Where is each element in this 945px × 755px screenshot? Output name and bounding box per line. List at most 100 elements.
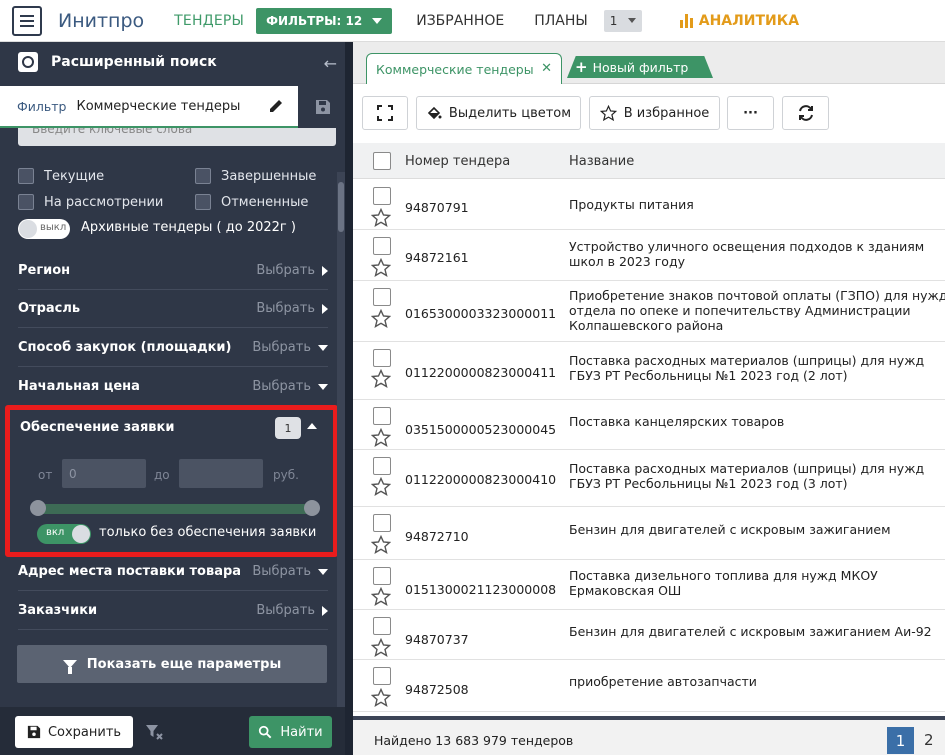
tender-number[interactable]: 94872710: [405, 529, 469, 544]
plans-count-dropdown[interactable]: 1: [603, 9, 642, 32]
param-pick[interactable]: Выбрать: [252, 340, 328, 355]
nav-tenders[interactable]: ТЕНДЕРЫ: [174, 13, 244, 29]
star-icon[interactable]: [371, 477, 391, 497]
range-to-input[interactable]: [179, 459, 263, 488]
nav-analytics[interactable]: АНАЛИТИКА: [679, 13, 799, 29]
highlight-color-button[interactable]: Выделить цветом: [416, 96, 581, 130]
param-pick[interactable]: Выбрать: [252, 564, 328, 579]
star-icon[interactable]: [371, 258, 391, 278]
tender-number[interactable]: 0165300003323000011: [405, 306, 556, 321]
star-icon[interactable]: [371, 535, 391, 555]
row-checkbox[interactable]: [373, 187, 391, 205]
add-to-favorites-button[interactable]: В избранное: [589, 96, 720, 130]
collapse-arrow-icon[interactable]: ←: [324, 54, 337, 73]
star-icon[interactable]: [371, 309, 391, 329]
table-row[interactable]: 94872161 Устройство уличного освещения п…: [353, 230, 945, 281]
row-checkbox[interactable]: [373, 349, 391, 367]
no-security-toggle[interactable]: вкл: [37, 524, 91, 544]
tender-number[interactable]: 94872161: [405, 250, 469, 265]
tender-name[interactable]: Поставка дизельного топлива для нужд МКО…: [569, 568, 945, 598]
refresh-button[interactable]: [782, 96, 829, 130]
table-row[interactable]: 94870737 Бензин для двигателей с искровы…: [353, 610, 945, 660]
tender-number[interactable]: 0351500000523000045: [405, 422, 556, 437]
tender-number[interactable]: 94870791: [405, 200, 469, 215]
tender-name[interactable]: Бензин для двигателей с искровым зажиган…: [569, 522, 945, 537]
page-button-current[interactable]: 1: [887, 727, 914, 754]
tender-name[interactable]: Устройство уличного освещения подходов к…: [569, 239, 945, 269]
star-icon[interactable]: [371, 369, 391, 389]
security-section-title[interactable]: Обеспечение заявки: [20, 420, 174, 435]
save-filter-icon-button[interactable]: [300, 86, 345, 128]
nav-filters-dropdown[interactable]: ФИЛЬТРЫ: 12: [256, 7, 393, 34]
checkbox-cancelled[interactable]: Отмененные: [195, 194, 308, 210]
checkbox-box[interactable]: [18, 194, 34, 210]
param-procurement-method[interactable]: Способ закупок (площадки) Выбрать: [18, 329, 328, 367]
range-from-input[interactable]: 0: [62, 459, 146, 488]
brand-logo[interactable]: Инитпро: [58, 10, 144, 32]
param-pick[interactable]: Выбрать: [252, 379, 328, 394]
sidebar-scrollbar[interactable]: [337, 172, 345, 742]
more-actions-button[interactable]: ···: [727, 96, 774, 130]
tender-number[interactable]: 94870737: [405, 632, 469, 647]
star-icon[interactable]: [371, 638, 391, 658]
row-checkbox[interactable]: [373, 237, 391, 255]
save-button[interactable]: Сохранить: [15, 716, 133, 748]
archive-toggle[interactable]: выкл: [18, 219, 70, 239]
tender-name[interactable]: Поставка канцелярских товаров: [569, 414, 945, 429]
param-pick[interactable]: Выбрать: [256, 301, 328, 316]
tender-number[interactable]: 94872508: [405, 682, 469, 697]
star-icon[interactable]: [371, 208, 391, 228]
clear-filter-icon[interactable]: [145, 723, 163, 741]
row-checkbox[interactable]: [373, 667, 391, 685]
checkbox-box[interactable]: [195, 194, 211, 210]
pencil-icon[interactable]: [268, 98, 284, 114]
keywords-input[interactable]: Введите ключевые слова: [18, 128, 336, 146]
table-row[interactable]: 0351500000523000045 Поставка канцелярски…: [353, 400, 945, 450]
table-row[interactable]: 0165300003323000011 Приобретение знаков …: [353, 281, 945, 342]
param-delivery-address[interactable]: Адрес места поставки товара Выбрать: [18, 553, 328, 591]
table-row[interactable]: 0112200000823000410 Поставка расходных м…: [353, 450, 945, 507]
tender-number[interactable]: 0112200000823000410: [405, 472, 556, 487]
chevron-up-icon[interactable]: [307, 423, 317, 429]
table-row[interactable]: 94872710 Бензин для двигателей с искровы…: [353, 507, 945, 560]
row-checkbox[interactable]: [373, 407, 391, 425]
star-icon[interactable]: [371, 428, 391, 448]
find-button[interactable]: Найти: [249, 716, 332, 748]
tender-name[interactable]: Бензин для двигателей с искровым зажиган…: [569, 624, 945, 639]
table-row[interactable]: 94870791 Продукты питания: [353, 180, 945, 230]
column-header-name[interactable]: Название: [569, 154, 634, 169]
sidebar-scrollbar-thumb[interactable]: [338, 182, 344, 232]
param-region[interactable]: Регион Выбрать: [18, 252, 328, 290]
tender-name[interactable]: Поставка расходных материалов (шприцы) д…: [569, 353, 945, 383]
checkbox-box[interactable]: [195, 168, 211, 184]
range-slider-min-handle[interactable]: [30, 500, 46, 516]
tender-name[interactable]: Приобретение знаков почтовой оплаты (ГЗП…: [569, 288, 945, 333]
star-icon[interactable]: [371, 688, 391, 708]
column-header-number[interactable]: Номер тендера: [405, 154, 510, 169]
tab-commercial-tenders[interactable]: Коммерческие тендеры ✕: [366, 53, 562, 84]
checkbox-review[interactable]: На рассмотрении: [18, 194, 163, 210]
table-row[interactable]: 0112200000823000411 Поставка расходных м…: [353, 342, 945, 400]
fullscreen-button[interactable]: [362, 96, 408, 130]
row-checkbox[interactable]: [373, 514, 391, 532]
param-pick[interactable]: Выбрать: [256, 263, 328, 278]
star-icon[interactable]: [371, 587, 391, 607]
menu-icon[interactable]: [12, 5, 42, 36]
range-slider-track[interactable]: [38, 504, 312, 514]
param-initial-price[interactable]: Начальная цена Выбрать: [18, 368, 328, 406]
tender-name[interactable]: приобретение автозапчасти: [569, 674, 945, 689]
checkbox-box[interactable]: [18, 168, 34, 184]
close-icon[interactable]: ✕: [541, 61, 552, 76]
param-industry[interactable]: Отрасль Выбрать: [18, 290, 328, 328]
tender-number[interactable]: 0151300021123000008: [405, 582, 556, 597]
param-pick[interactable]: Выбрать: [256, 603, 328, 618]
table-row[interactable]: 94872508 приобретение автозапчасти: [353, 660, 945, 712]
table-row[interactable]: 0151300021123000008 Поставка дизельного …: [353, 560, 945, 610]
row-checkbox[interactable]: [373, 457, 391, 475]
tender-name[interactable]: Продукты питания: [569, 197, 945, 212]
row-checkbox[interactable]: [373, 567, 391, 585]
show-more-params-button[interactable]: Показать еще параметры: [17, 645, 327, 683]
row-checkbox[interactable]: [373, 288, 391, 306]
tender-name[interactable]: Поставка расходных материалов (шприцы) д…: [569, 461, 945, 491]
select-all-checkbox[interactable]: [373, 152, 391, 170]
